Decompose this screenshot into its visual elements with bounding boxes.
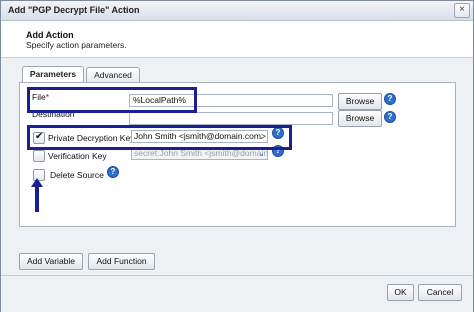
private-key-highlight-box xyxy=(27,125,292,150)
destination-input[interactable] xyxy=(129,112,333,125)
close-button[interactable]: × xyxy=(454,3,470,18)
destination-browse-button[interactable]: Browse xyxy=(338,110,382,127)
verification-key-label: Verification Key xyxy=(48,151,107,161)
delete-source-help-icon[interactable]: ? xyxy=(107,166,119,178)
tab-parameters[interactable]: Parameters xyxy=(22,66,84,83)
verification-key-checkbox[interactable] xyxy=(33,150,45,162)
file-highlight-box xyxy=(27,87,197,113)
file-browse-button[interactable]: Browse xyxy=(338,93,382,110)
dialog-title: Add "PGP Decrypt File" Action xyxy=(8,5,140,15)
header-title: Add Action xyxy=(26,30,74,40)
destination-help-icon[interactable]: ? xyxy=(384,111,396,123)
title-bar: Add "PGP Decrypt File" Action × xyxy=(1,1,473,21)
ok-button[interactable]: OK xyxy=(387,284,414,301)
delete-source-label: Delete Source xyxy=(50,170,104,180)
cancel-button[interactable]: Cancel xyxy=(418,284,462,301)
arrow-up-icon xyxy=(31,178,43,212)
file-help-icon[interactable]: ? xyxy=(384,93,396,105)
header-subtitle: Specify action parameters. xyxy=(26,40,127,50)
add-variable-button[interactable]: Add Variable xyxy=(19,253,83,270)
tab-advanced[interactable]: Advanced xyxy=(86,67,140,83)
action-dialog: Add "PGP Decrypt File" Action × Add Acti… xyxy=(0,0,474,312)
add-function-button[interactable]: Add Function xyxy=(88,253,155,270)
dialog-header: Add Action Specify action parameters. xyxy=(1,21,473,58)
dialog-footer: OK Cancel xyxy=(1,275,473,312)
